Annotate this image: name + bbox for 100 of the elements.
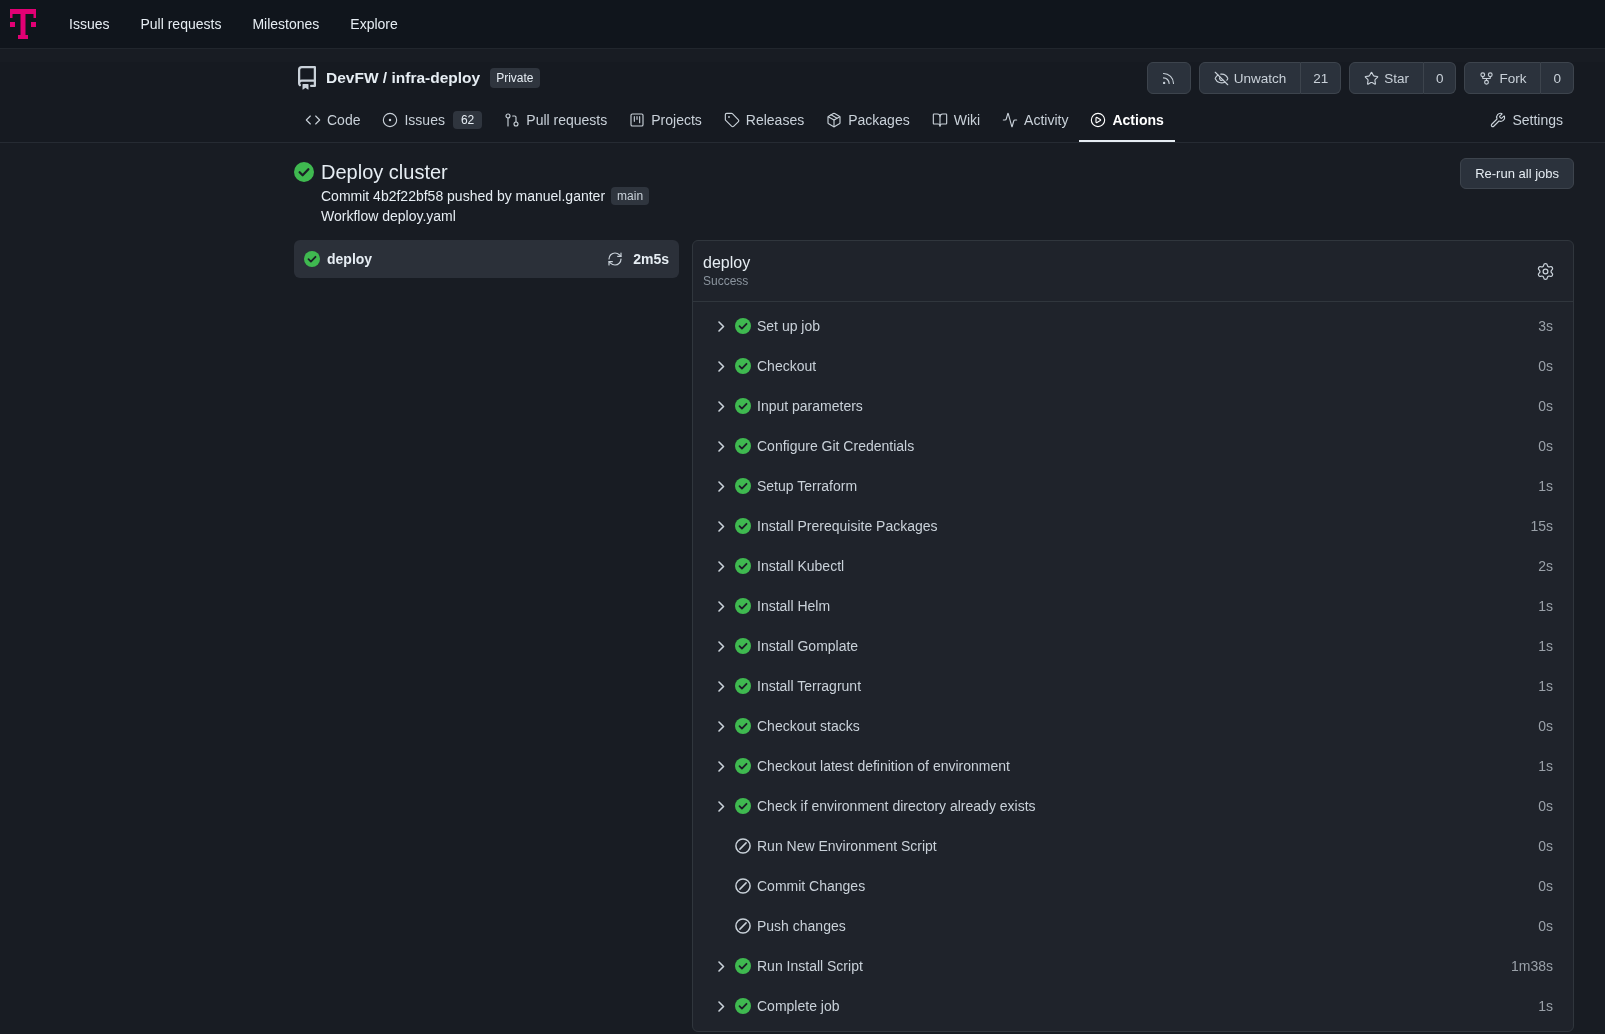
- step-duration: 0s: [1538, 718, 1553, 734]
- star-count-button[interactable]: 0: [1423, 62, 1457, 94]
- pulse-line-icon: [1002, 112, 1019, 128]
- step-name: Setup Terraform: [757, 478, 858, 494]
- step-name: Input parameters: [757, 398, 863, 414]
- step-duration: 0s: [1538, 438, 1553, 454]
- step-name: Complete job: [757, 998, 840, 1014]
- eye-slash-icon: [1213, 70, 1229, 86]
- repo-tab[interactable]: Pull requests: [493, 100, 619, 142]
- pull-request-icon: [504, 112, 521, 128]
- repo-tab[interactable]: Actions: [1079, 100, 1175, 142]
- step-duration: 1s: [1538, 758, 1553, 774]
- star-icon: [1364, 70, 1380, 86]
- chevron-right-icon[interactable]: [717, 400, 725, 412]
- fork-count-button[interactable]: 0: [1541, 62, 1574, 94]
- code-brackets-icon: [305, 112, 321, 128]
- job-name: deploy: [327, 251, 373, 267]
- step-duration: 1s: [1538, 678, 1553, 694]
- job-status-text: Success: [703, 273, 750, 289]
- step-duration: 15s: [1530, 518, 1553, 534]
- star-button[interactable]: Star: [1349, 62, 1424, 94]
- job-item[interactable]: deploy 2m5s: [294, 240, 679, 278]
- branch-badge[interactable]: main: [611, 187, 650, 205]
- settings-icon[interactable]: [1536, 261, 1555, 281]
- step-name: Checkout latest definition of environment: [757, 758, 1010, 774]
- step-name: Commit Changes: [757, 878, 866, 894]
- chevron-right-icon[interactable]: [717, 680, 725, 692]
- step-name: Push changes: [757, 918, 846, 934]
- step-name: Install Gomplate: [757, 638, 859, 654]
- fork-icon: [1479, 70, 1495, 86]
- repo-book-icon: [298, 66, 316, 90]
- watch-count-button[interactable]: 21: [1301, 62, 1342, 94]
- open-book-icon: [931, 112, 948, 128]
- repo-tab[interactable]: Projects: [618, 100, 713, 142]
- nav-link[interactable]: Explore: [350, 16, 398, 32]
- count-badge: 62: [452, 111, 483, 129]
- repo-tab[interactable]: Activity: [991, 100, 1080, 142]
- visibility-badge: Private: [490, 68, 540, 88]
- step-duration: 1s: [1538, 998, 1553, 1014]
- chevron-right-icon[interactable]: [717, 360, 725, 372]
- repo-tab[interactable]: Issues 62: [371, 100, 494, 142]
- sync-arrows-icon[interactable]: [607, 251, 624, 267]
- repo-title[interactable]: DevFW / infra-deploy: [326, 69, 481, 87]
- step-duration: 1s: [1538, 638, 1553, 654]
- workflow-info: Workflow deploy.yaml: [321, 208, 456, 224]
- package-box-icon: [826, 112, 843, 128]
- nav-link[interactable]: Issues: [69, 16, 110, 32]
- step-duration: 3s: [1538, 318, 1553, 334]
- step-duration: 1s: [1538, 598, 1553, 614]
- repo-tab[interactable]: Wiki: [920, 100, 992, 142]
- step-name: Set up job: [757, 318, 821, 334]
- step-duration: 2s: [1538, 558, 1553, 574]
- chevron-right-icon[interactable]: [717, 600, 725, 612]
- step-duration: 0s: [1538, 798, 1553, 814]
- chevron-right-icon[interactable]: [717, 480, 725, 492]
- step-name: Install Terragrunt: [757, 678, 861, 694]
- step-duration: 0s: [1538, 838, 1553, 854]
- step-duration: 0s: [1538, 918, 1553, 934]
- step-duration: 0s: [1538, 398, 1553, 414]
- play-circle-icon: [1090, 112, 1107, 128]
- watch-button[interactable]: Unwatch: [1198, 62, 1302, 94]
- chevron-right-icon[interactable]: [717, 560, 725, 572]
- rss-icon: [1161, 70, 1177, 86]
- commit-info: Commit 4b2f22bf58 pushed by manuel.ganter: [321, 188, 606, 204]
- wrench-icon: [1490, 112, 1507, 128]
- chevron-right-icon[interactable]: [717, 1000, 725, 1012]
- step-name: Install Kubectl: [757, 558, 845, 574]
- chevron-right-icon[interactable]: [717, 960, 725, 972]
- repo-tab[interactable]: Settings: [1479, 100, 1574, 142]
- step-name: Install Prerequisite Packages: [757, 518, 938, 534]
- step-duration: 0s: [1538, 358, 1553, 374]
- job-title: deploy: [703, 253, 751, 273]
- repo-tab[interactable]: Packages: [815, 100, 921, 142]
- tag-icon: [723, 112, 740, 128]
- step-duration: 1m38s: [1510, 958, 1553, 974]
- fork-button[interactable]: Fork: [1464, 62, 1542, 94]
- step-duration: 0s: [1538, 878, 1553, 894]
- chevron-right-icon[interactable]: [717, 720, 725, 732]
- step-name: Run Install Script: [757, 958, 863, 974]
- step-name: Run New Environment Script: [757, 838, 937, 854]
- circle-dot-icon: [382, 112, 399, 128]
- step-name: Check if environment directory already exists: [757, 798, 1036, 814]
- step-name: Checkout: [757, 358, 817, 374]
- logo-icon[interactable]: [10, 9, 36, 39]
- repo-tab[interactable]: Releases: [712, 100, 816, 142]
- chevron-right-icon[interactable]: [717, 440, 725, 452]
- job-duration: 2m5s: [633, 251, 669, 267]
- rss-button[interactable]: [1146, 62, 1191, 94]
- chevron-right-icon[interactable]: [717, 320, 725, 332]
- chevron-right-icon[interactable]: [717, 520, 725, 532]
- chevron-right-icon[interactable]: [717, 800, 725, 812]
- run-title: Deploy cluster: [321, 160, 449, 185]
- nav-link[interactable]: Milestones: [252, 16, 320, 32]
- step-name: Configure Git Credentials: [757, 438, 915, 454]
- step-duration: 1s: [1538, 478, 1553, 494]
- chevron-right-icon[interactable]: [717, 640, 725, 652]
- chevron-right-icon[interactable]: [717, 760, 725, 772]
- rerun-button[interactable]: Re-run all jobs: [1460, 158, 1574, 189]
- repo-tab[interactable]: Code: [294, 100, 372, 142]
- nav-link[interactable]: Pull requests: [140, 16, 222, 32]
